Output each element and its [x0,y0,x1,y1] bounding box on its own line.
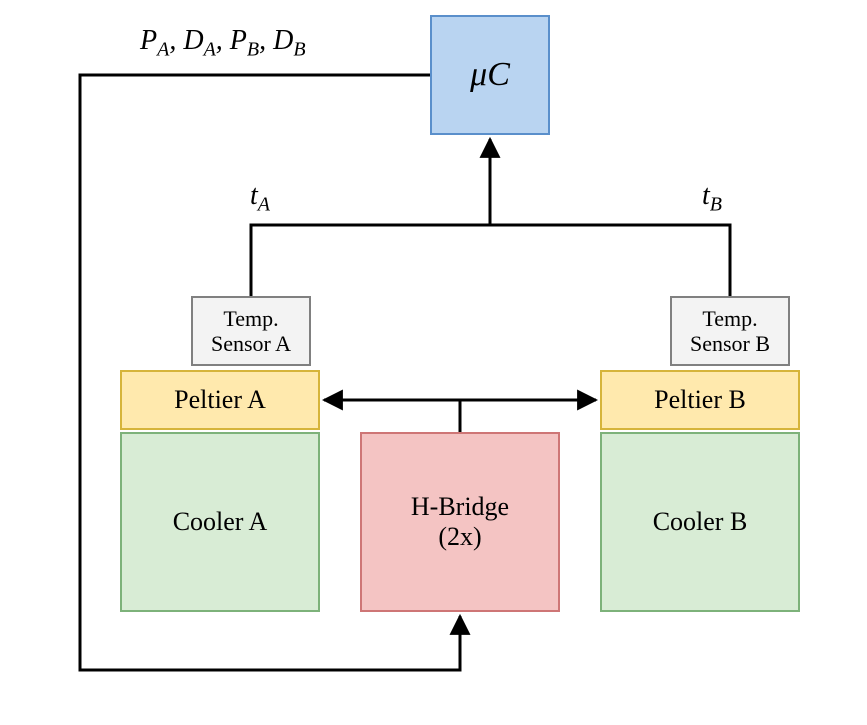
tB-var: t [702,180,710,211]
sensor-b-line2: Sensor B [690,331,770,356]
peltier-b: Peltier B [600,370,800,430]
tB-sub: B [710,194,722,216]
peltier-b-label: Peltier B [654,385,746,415]
signal-tB: tB [702,180,722,217]
peltier-a-label: Peltier A [174,385,266,415]
cooler-b-label: Cooler B [653,507,748,537]
pd-3-sub: B [293,39,305,61]
hbridge-block: H-Bridge (2x) [360,432,560,612]
cooler-a-label: Cooler A [173,507,268,537]
arrow-sensorA-to-uc [251,225,490,296]
signal-tA: tA [250,180,270,217]
hbridge-line2: (2x) [438,522,481,552]
uc-label: μC [470,56,510,94]
hbridge-line1: H-Bridge [411,492,509,522]
signal-pd: PA, DA, PB, DB [140,25,306,62]
pd-1-sub: A [204,39,216,61]
tA-var: t [250,180,258,211]
sensor-a-line2: Sensor A [211,331,291,356]
sensor-b-line1: Temp. [702,306,757,331]
cooler-a: Cooler A [120,432,320,612]
pd-3-var: D [273,25,293,56]
tA-sub: A [258,194,270,216]
arrow-sensorB-join [490,225,730,296]
sensor-a-line1: Temp. [223,306,278,331]
arrow-hbridge-to-peltierA [324,400,460,432]
cooler-b: Cooler B [600,432,800,612]
pd-2-var: P [230,25,247,56]
pd-0-sub: A [157,39,169,61]
uc-block: μC [430,15,550,135]
pd-0-var: P [140,25,157,56]
temp-sensor-a: Temp. Sensor A [191,296,311,366]
temp-sensor-b: Temp. Sensor B [670,296,790,366]
pd-1-var: D [183,25,203,56]
pd-2-sub: B [247,39,259,61]
peltier-a: Peltier A [120,370,320,430]
